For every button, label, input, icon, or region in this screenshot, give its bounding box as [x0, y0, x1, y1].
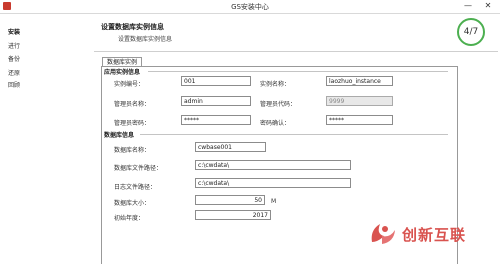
db-path-label: 数据库文件路径： — [114, 165, 163, 172]
header-divider — [94, 51, 498, 52]
instance-no-label: 实例编号： — [114, 81, 145, 88]
admin-name-label: 管理员名称： — [114, 101, 151, 108]
sidebar-item-progress[interactable]: 进行 — [8, 41, 20, 50]
db-size-input[interactable]: 50 — [195, 195, 265, 205]
watermark: 创新互联 — [368, 220, 498, 248]
sidebar-item-install[interactable]: 安装 — [8, 27, 20, 36]
admin-name-input[interactable]: admin — [181, 96, 251, 106]
page-subtitle: 设置数据库实例信息 — [118, 36, 173, 43]
title-bar: GS安装中心 — ✕ — [0, 0, 500, 14]
watermark-logo-icon — [371, 224, 395, 244]
confirm-pwd-input[interactable]: ***** — [326, 115, 393, 125]
instance-name-input[interactable]: laozhuo_instance — [326, 76, 393, 86]
admin-pwd-label: 管理员密码： — [114, 120, 151, 127]
sidebar-item-restore[interactable]: 还原 — [8, 68, 20, 77]
admin-pwd-input[interactable]: ***** — [181, 115, 251, 125]
log-path-input[interactable]: c:\cwdata\ — [195, 178, 351, 188]
db-group-divider — [140, 134, 448, 135]
admin-code-input: 9999 — [326, 96, 393, 106]
watermark-text: 创新互联 — [402, 226, 467, 244]
page-title: 设置数据库实例信息 — [101, 23, 164, 31]
db-path-input[interactable]: c:\cwdata\ — [195, 160, 351, 170]
init-year-input[interactable]: 2017 — [195, 210, 271, 220]
db-size-unit: M — [271, 198, 277, 205]
admin-code-label: 管理员代码： — [260, 101, 297, 108]
step-indicator: 4/7 — [457, 18, 485, 46]
window-title: GS安装中心 — [231, 3, 269, 11]
sidebar-item-backup[interactable]: 备份 — [8, 54, 20, 63]
sidebar-item-review[interactable]: 回顾 — [8, 80, 20, 89]
db-group-title: 数据库信息 — [104, 132, 135, 139]
sidebar: 安装 进行 备份 还原 回顾 — [0, 14, 86, 264]
db-name-input[interactable]: cwbase001 — [195, 142, 266, 152]
db-name-label: 数据库名称： — [114, 147, 151, 154]
app-group-divider — [148, 71, 448, 72]
confirm-pwd-label: 密码确认： — [260, 120, 291, 127]
minimize-button[interactable]: — — [462, 1, 474, 11]
db-size-label: 数据库大小： — [114, 200, 151, 207]
init-year-label: 初始年度： — [114, 215, 145, 222]
app-group-title: 应用实例信息 — [104, 69, 141, 76]
log-path-label: 日志文件路径： — [114, 184, 157, 191]
instance-name-label: 实例名称： — [260, 81, 291, 88]
close-button[interactable]: ✕ — [482, 1, 494, 11]
instance-no-input[interactable]: 001 — [181, 76, 251, 86]
